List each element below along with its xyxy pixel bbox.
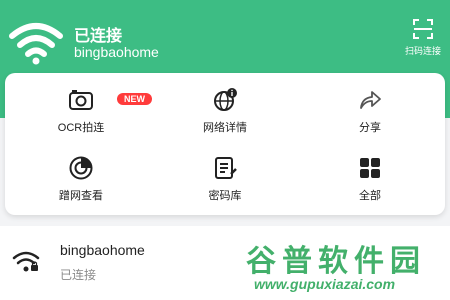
tool-label: 蹭网查看 xyxy=(59,190,103,202)
tool-label: 全部 xyxy=(359,190,381,202)
camera-icon xyxy=(69,90,93,110)
tool-ocr-connect[interactable]: OCR拍连 NEW xyxy=(31,87,152,147)
grid-icon xyxy=(360,158,380,178)
list-network-status: 已连接 xyxy=(60,268,97,282)
scan-icon xyxy=(413,19,433,39)
share-icon xyxy=(360,91,381,109)
tool-label: 分享 xyxy=(359,122,381,134)
connection-status: 已连接 xyxy=(74,28,123,45)
globe-info-icon xyxy=(214,88,237,111)
scan-connect-button[interactable]: 扫码连接 xyxy=(398,18,448,62)
tool-share[interactable]: 分享 xyxy=(320,87,420,147)
list-network-name: bingbaohome xyxy=(60,242,145,258)
wifi-icon xyxy=(9,23,63,65)
password-icon xyxy=(215,157,237,179)
tool-label: 密码库 xyxy=(208,190,242,202)
scan-connect-label: 扫码连接 xyxy=(404,46,441,56)
watermark-url: www.gupuxiazai.com xyxy=(254,276,396,292)
current-network-name: bingbaohome xyxy=(74,44,159,60)
tool-label: OCR拍连 xyxy=(57,122,105,134)
radar-icon xyxy=(69,156,93,180)
watermark-title: 谷普软件园 xyxy=(246,245,426,278)
tool-password-vault[interactable]: 密码库 xyxy=(175,155,275,215)
wifi-lock-icon xyxy=(12,251,40,272)
tool-all[interactable]: 全部 xyxy=(320,155,420,215)
tool-network-details[interactable]: 网络详情 xyxy=(175,87,275,147)
tool-freeloader-check[interactable]: 蹭网查看 xyxy=(31,155,131,215)
tool-label: 网络详情 xyxy=(203,122,247,134)
site-watermark: 谷普软件园 www.gupuxiazai.com xyxy=(246,236,446,296)
tools-card: OCR拍连 NEW 网络详情 分享 蹭网查看 密码库 全部 xyxy=(5,73,445,215)
new-badge: NEW xyxy=(117,93,152,105)
